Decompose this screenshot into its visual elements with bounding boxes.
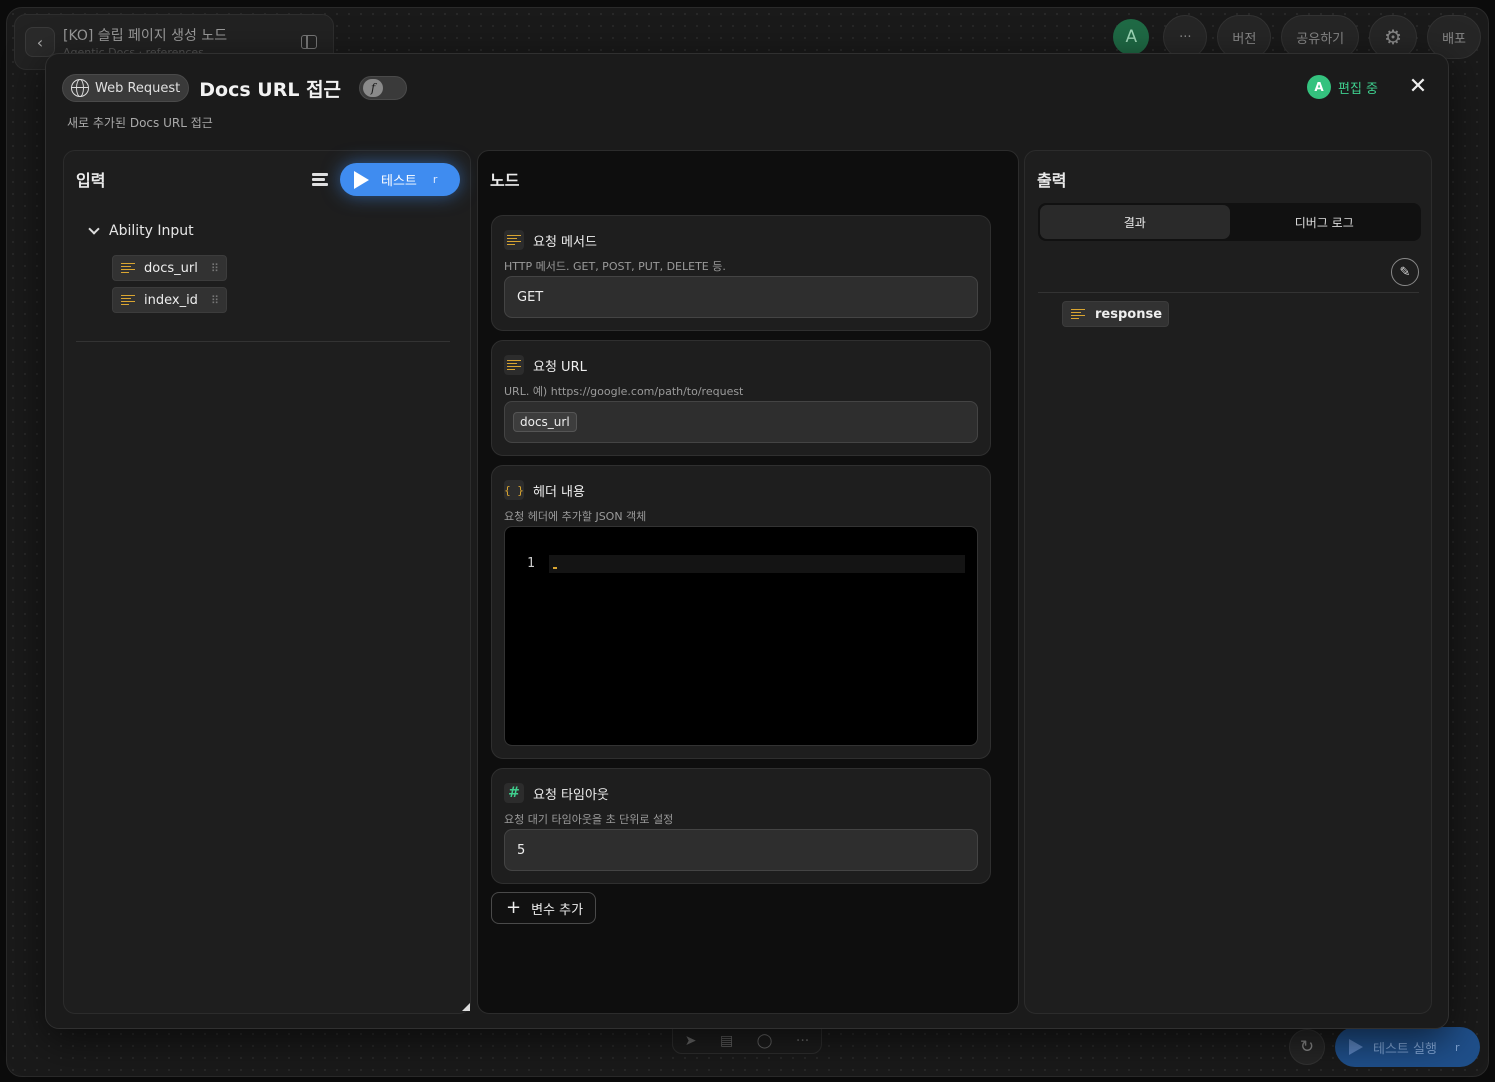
line-number: 1: [527, 556, 535, 571]
node-description[interactable]: 새로 추가된 Docs URL 접근: [67, 114, 213, 131]
field-label-text: 헤더 내용: [533, 484, 585, 500]
project-title: [KO] 슬립 페이지 생성 노드: [63, 28, 228, 44]
more-icon[interactable]: ···: [796, 1033, 809, 1049]
braces-icon: { }: [504, 480, 524, 500]
chevron-down-icon: [88, 223, 100, 235]
close-icon: ✕: [1408, 74, 1428, 99]
close-button[interactable]: ✕: [1408, 74, 1428, 99]
text-icon: [121, 262, 135, 274]
editing-label: 편집 중: [1337, 81, 1378, 97]
play-icon: [354, 170, 369, 189]
field-card-url: 요청 URL URL. 예) https://google.com/path/t…: [491, 340, 991, 456]
node-title[interactable]: Docs URL 접근: [199, 75, 341, 102]
field-description: 요청 헤더에 추가할 JSON 객체: [504, 510, 647, 523]
text-icon: [1071, 308, 1085, 320]
field-label: 요청 URL: [504, 355, 587, 375]
shortcut-hint: r: [1454, 1040, 1460, 1054]
editing-status: A 편집 중: [1306, 75, 1378, 99]
node-editor-modal: Web Request Docs URL 접근 f 새로 추가된 Docs UR…: [45, 53, 1449, 1029]
variable-name: index_id: [144, 292, 198, 308]
function-icon: f: [363, 79, 384, 97]
drag-handle-icon[interactable]: ⠿: [211, 294, 219, 307]
variable-chip[interactable]: docs_url: [513, 412, 577, 432]
drag-handle-icon[interactable]: ⠿: [211, 262, 219, 275]
field-label-text: 요청 메서드: [533, 234, 597, 250]
method-input[interactable]: GET: [504, 276, 978, 318]
input-panel-title: 입력: [76, 171, 106, 190]
pencil-icon: ✎: [1399, 264, 1411, 280]
group-label: Ability Input: [109, 223, 194, 239]
refresh-icon: ↻: [1299, 1037, 1315, 1057]
back-button[interactable]: ‹: [25, 27, 55, 57]
test-button[interactable]: 테스트 r: [340, 163, 460, 196]
ability-input-group[interactable]: Ability Input: [88, 223, 194, 239]
output-variable-chip[interactable]: response: [1062, 301, 1170, 327]
modal-header: Web Request Docs URL 접근 f: [62, 72, 408, 104]
url-input[interactable]: docs_url: [504, 401, 978, 443]
shortcut-hint: r: [432, 173, 438, 186]
node-type-label: Web Request: [95, 80, 181, 96]
run-test-label: 테스트 실행: [1373, 1041, 1437, 1057]
text-cursor: [553, 567, 557, 569]
field-description: HTTP 메서드. GET, POST, PUT, DELETE 등.: [504, 260, 726, 273]
node-panel-title: 노드: [490, 171, 520, 190]
field-card-headers: { } 헤더 내용 요청 헤더에 추가할 JSON 객체 1: [491, 465, 991, 759]
tab-debug-log[interactable]: 디버그 로그: [1230, 205, 1420, 239]
run-test-button[interactable]: 테스트 실행 r: [1335, 1027, 1480, 1067]
field-label: 요청 메서드: [504, 230, 597, 250]
output-panel: 출력 결과 디버그 로그 ✎ response: [1024, 150, 1432, 1014]
note-icon[interactable]: ▤: [720, 1033, 733, 1049]
output-variable-name: response: [1095, 306, 1163, 322]
node-type-badge: Web Request: [62, 74, 190, 102]
tab-result[interactable]: 결과: [1040, 205, 1230, 239]
field-label: # 요청 타임아웃: [504, 783, 609, 803]
plus-icon: +: [506, 897, 522, 918]
play-icon: [1349, 1039, 1363, 1055]
avatar[interactable]: A: [1113, 19, 1150, 55]
field-label-text: 요청 URL: [533, 359, 587, 375]
field-label: { } 헤더 내용: [504, 480, 585, 500]
comment-icon[interactable]: ◯: [757, 1033, 773, 1049]
field-label-text: 요청 타임아웃: [533, 787, 609, 803]
chevron-left-icon: ‹: [36, 32, 44, 52]
output-tabs: 결과 디버그 로그: [1038, 203, 1421, 241]
hash-icon: #: [504, 783, 524, 803]
field-card-timeout: # 요청 타임아웃 요청 대기 타임아웃을 초 단위로 설정 5: [491, 768, 991, 884]
function-toggle[interactable]: f: [359, 76, 408, 100]
variable-name: docs_url: [144, 260, 198, 276]
refresh-button[interactable]: ↻: [1289, 1029, 1325, 1065]
editor-avatar: A: [1306, 75, 1331, 99]
text-icon: [504, 230, 524, 250]
resize-handle[interactable]: [462, 1003, 470, 1011]
output-panel-title: 출력: [1037, 171, 1067, 190]
list-icon[interactable]: [312, 173, 328, 186]
add-variable-button[interactable]: + 변수 추가: [491, 892, 597, 924]
field-description: URL. 예) https://google.com/path/to/reque…: [504, 385, 744, 398]
divider: [76, 341, 450, 342]
globe-icon: [71, 79, 89, 97]
divider: [1038, 292, 1419, 293]
input-panel: 입력 테스트 r Ability Input docs_url ⠿ index_…: [63, 150, 471, 1014]
add-variable-label: 변수 추가: [531, 902, 584, 918]
active-line: [549, 555, 965, 573]
pointer-icon[interactable]: ➤: [685, 1033, 697, 1049]
text-icon: [121, 294, 135, 306]
edit-button[interactable]: ✎: [1391, 258, 1419, 286]
sidebar-toggle-icon[interactable]: [301, 35, 317, 49]
text-icon: [504, 355, 524, 375]
variable-chip[interactable]: docs_url ⠿: [112, 255, 227, 281]
field-card-method: 요청 메서드 HTTP 메서드. GET, POST, PUT, DELETE …: [491, 215, 991, 331]
gear-icon: ⚙: [1384, 25, 1403, 49]
variable-chip[interactable]: index_id ⠿: [112, 287, 227, 313]
test-button-label: 테스트: [381, 174, 417, 189]
timeout-input[interactable]: 5: [504, 829, 978, 871]
headers-code-editor[interactable]: 1: [504, 526, 978, 746]
node-panel: 노드 요청 메서드 HTTP 메서드. GET, POST, PUT, DELE…: [477, 150, 1019, 1014]
field-description: 요청 대기 타임아웃을 초 단위로 설정: [504, 813, 674, 826]
